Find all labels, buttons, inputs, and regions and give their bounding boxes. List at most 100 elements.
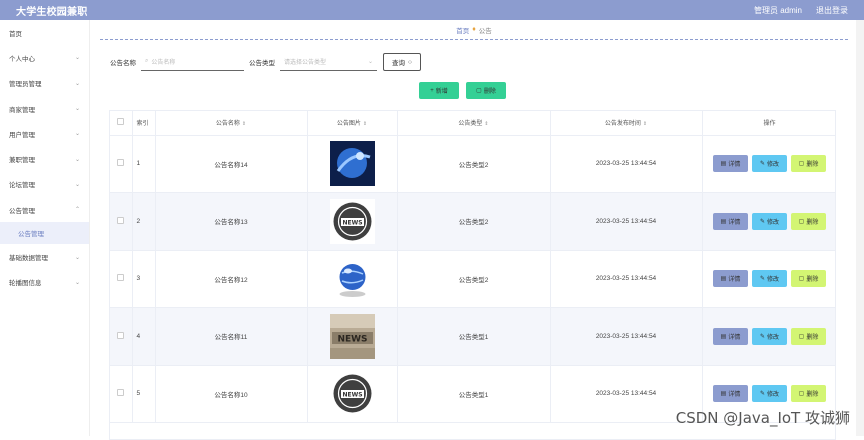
document-icon: ▤	[721, 390, 727, 397]
row-type: 公告类型2	[397, 250, 550, 308]
delete-button[interactable]: ▢删除	[791, 385, 826, 402]
document-icon: ▤	[721, 218, 727, 225]
table-row: 3公告名称12公告类型22023-03-25 13:44:54▤详情✎修改▢删除	[110, 250, 836, 308]
current-user: 管理员 admin	[754, 5, 802, 16]
chevron-down-icon: ⌄	[368, 58, 373, 65]
table-row: 1公告名称14 公告类型22023-03-25 13:44:54 ▤详情✎修改▢删除	[110, 135, 836, 193]
breadcrumb: 首页 ♦ 公告	[100, 20, 848, 40]
chevron-down-icon: ⌄	[75, 54, 80, 61]
edit-label: 修改	[767, 274, 779, 283]
sidebar-item-profile[interactable]: 个人中心⌄	[0, 45, 89, 70]
sidebar-subitem-notice-manage[interactable]: 公告管理	[0, 222, 89, 244]
chevron-down-icon: ⌄	[75, 105, 80, 112]
row-time: 2023-03-25 13:44:54	[550, 135, 702, 193]
plus-icon: +	[430, 88, 434, 94]
header-type[interactable]: 公告类型⇕	[397, 111, 550, 135]
header-image-label: 公告图片	[337, 121, 361, 127]
sidebar: 首页 个人中心⌄ 管理员管理⌄ 商家管理⌄ 用户管理⌄ 兼职管理⌄ 论坛管理⌄ …	[0, 20, 90, 436]
table-row: 4公告名称11NEWS公告类型12023-03-25 13:44:54▤详情✎修…	[110, 308, 836, 366]
name-placeholder: 公告名称	[151, 57, 175, 66]
sidebar-item-forum[interactable]: 论坛管理 ⌄	[0, 172, 89, 197]
row-select-cell[interactable]	[110, 193, 132, 251]
row-time: 2023-03-25 13:44:54	[550, 308, 702, 366]
name-search-input[interactable]: ⌕ 公告名称	[141, 53, 244, 71]
header-type-label: 公告类型	[458, 121, 482, 127]
detail-button[interactable]: ▤详情	[713, 213, 748, 230]
chevron-down-icon: ⌄	[75, 254, 80, 261]
watermark: CSDN @Java_IoT 攻诚狮	[676, 407, 850, 428]
row-index: 2	[132, 193, 155, 251]
breadcrumb-home[interactable]: 首页	[456, 25, 469, 35]
edit-button[interactable]: ✎修改	[752, 270, 787, 287]
detail-button[interactable]: ▤详情	[713, 270, 748, 287]
chevron-down-icon: ⌄	[75, 181, 80, 188]
row-ops: ▤详情✎修改▢删除	[702, 193, 836, 251]
pencil-icon: ✎	[760, 275, 765, 282]
edit-button[interactable]: ✎修改	[752, 213, 787, 230]
sidebar-item-home[interactable]: 首页	[0, 20, 89, 45]
row-type: 公告类型2	[397, 135, 550, 193]
notice-table: 索引 公告名称⇕ 公告图片⇕ 公告类型⇕ 公告发布时间⇕ 操作 1公告名称14公…	[109, 110, 836, 440]
header-image[interactable]: 公告图片⇕	[307, 111, 397, 135]
row-select-cell[interactable]	[110, 250, 132, 308]
detail-button[interactable]: ▤详情	[713, 155, 748, 172]
add-button[interactable]: +新增	[419, 82, 459, 99]
row-checkbox[interactable]	[117, 332, 124, 339]
row-name: 公告名称14	[155, 135, 307, 193]
trash-icon: ▢	[476, 87, 482, 94]
detail-button[interactable]: ▤详情	[713, 385, 748, 402]
delete-label: 删除	[806, 389, 818, 398]
delete-label: 删除	[806, 217, 818, 226]
document-icon: ▤	[721, 160, 727, 167]
sidebar-item-label: 基础数据管理	[9, 252, 48, 262]
sidebar-item-base-data[interactable]: 基础数据管理 ⌄	[0, 244, 89, 269]
row-index: 1	[132, 135, 155, 193]
name-label: 公告名称	[110, 57, 136, 67]
row-checkbox[interactable]	[117, 217, 124, 224]
row-checkbox[interactable]	[117, 274, 124, 281]
sidebar-item-carousel[interactable]: 轮播图信息⌄	[0, 270, 89, 295]
page-scrollbar[interactable]	[856, 20, 864, 436]
header-time[interactable]: 公告发布时间⇕	[550, 111, 702, 135]
edit-button[interactable]: ✎修改	[752, 328, 787, 345]
row-select-cell[interactable]	[110, 308, 132, 366]
table-header-row: 索引 公告名称⇕ 公告图片⇕ 公告类型⇕ 公告发布时间⇕ 操作	[110, 111, 836, 135]
trash-icon: ▢	[799, 160, 805, 167]
header-index: 索引	[132, 111, 155, 135]
detail-button[interactable]: ▤详情	[713, 328, 748, 345]
type-placeholder: 请选择公告类型	[284, 57, 326, 66]
select-all-checkbox[interactable]	[117, 118, 124, 125]
sort-icon: ⇕	[643, 121, 647, 127]
row-select-cell[interactable]	[110, 365, 132, 423]
sidebar-item-merchants[interactable]: 商家管理⌄	[0, 96, 89, 121]
delete-button[interactable]: ▢删除	[791, 155, 826, 172]
sidebar-item-notices[interactable]: 公告管理⌃	[0, 197, 89, 222]
search-icon: ⌕	[145, 58, 148, 65]
delete-button[interactable]: ▢删除	[791, 270, 826, 287]
row-select-cell[interactable]	[110, 135, 132, 193]
pencil-icon: ✎	[760, 390, 765, 397]
notice-thumbnail-image	[330, 275, 375, 282]
query-button[interactable]: 查询 ○	[383, 53, 421, 71]
row-checkbox[interactable]	[117, 159, 124, 166]
edit-button[interactable]: ✎修改	[752, 155, 787, 172]
chevron-up-icon: ⌃	[75, 206, 80, 213]
batch-delete-button[interactable]: ▢删除	[466, 82, 506, 99]
delete-button[interactable]: ▢删除	[791, 328, 826, 345]
select-all-cell[interactable]	[110, 111, 132, 135]
search-bar: 公告名称 ⌕ 公告名称 公告类型 请选择公告类型 ⌄ 查询 ○	[110, 53, 421, 71]
header-name[interactable]: 公告名称⇕	[155, 111, 307, 135]
trash-icon: ▢	[799, 218, 805, 225]
header-time-label: 公告发布时间	[605, 121, 641, 127]
type-select[interactable]: 请选择公告类型 ⌄	[280, 53, 377, 71]
row-type: 公告类型2	[397, 193, 550, 251]
logout-link[interactable]: 退出登录	[816, 5, 848, 16]
sidebar-item-users[interactable]: 用户管理⌄	[0, 121, 89, 146]
edit-button[interactable]: ✎修改	[752, 385, 787, 402]
sidebar-item-admins[interactable]: 管理员管理⌄	[0, 71, 89, 96]
delete-button[interactable]: ▢删除	[791, 213, 826, 230]
row-checkbox[interactable]	[117, 389, 124, 396]
sidebar-item-label: 论坛管理	[9, 179, 35, 189]
edit-label: 修改	[767, 159, 779, 168]
sidebar-item-jobs[interactable]: 兼职管理⌄	[0, 146, 89, 171]
